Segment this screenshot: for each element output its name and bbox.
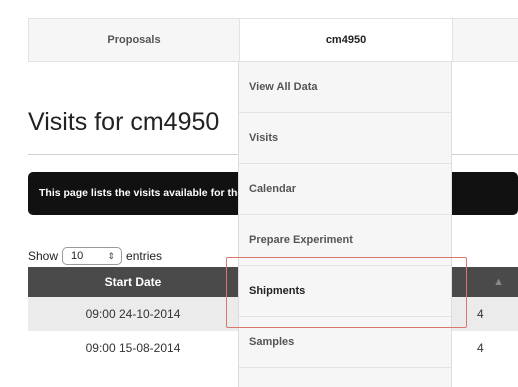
top-navigation-bar: Proposals cm4950 <box>28 18 518 62</box>
entries-per-page-value: 10 <box>71 250 84 262</box>
nav-tab-proposal-menu[interactable]: cm4950 <box>239 19 453 61</box>
entries-length-control: Show 10 ⇕ entries <box>28 247 162 265</box>
menu-item-visits[interactable]: Visits <box>239 113 451 164</box>
nav-tab-proposals[interactable]: Proposals <box>29 19 239 61</box>
entries-suffix-label: entries <box>126 249 163 263</box>
menu-item-calendar[interactable]: Calendar <box>239 164 451 215</box>
cell-start-date: 09:00 15-08-2014 <box>85 341 181 355</box>
select-updown-icon: ⇕ <box>107 251 116 261</box>
menu-item-shipments[interactable]: Shipments <box>239 266 451 317</box>
menu-item-prepare-experiment[interactable]: Prepare Experiment <box>239 215 451 266</box>
entries-prefix-label: Show <box>28 249 59 263</box>
cell-trailing-value: 4 <box>477 307 484 321</box>
menu-item-samples[interactable]: Samples <box>239 317 451 368</box>
page-title: Visits for cm4950 <box>28 108 220 136</box>
sort-icon[interactable]: ▲ <box>493 267 504 297</box>
entries-per-page-select[interactable]: 10 ⇕ <box>62 247 123 265</box>
proposal-dropdown-menu: View All Data Visits Calendar Prepare Ex… <box>238 62 452 387</box>
cell-start-date: 09:00 24-10-2014 <box>85 307 181 321</box>
menu-item-view-all-data[interactable]: View All Data <box>239 62 451 113</box>
column-header-start-date[interactable]: Start Date <box>28 267 238 297</box>
cell-trailing-value: 4 <box>477 341 484 355</box>
